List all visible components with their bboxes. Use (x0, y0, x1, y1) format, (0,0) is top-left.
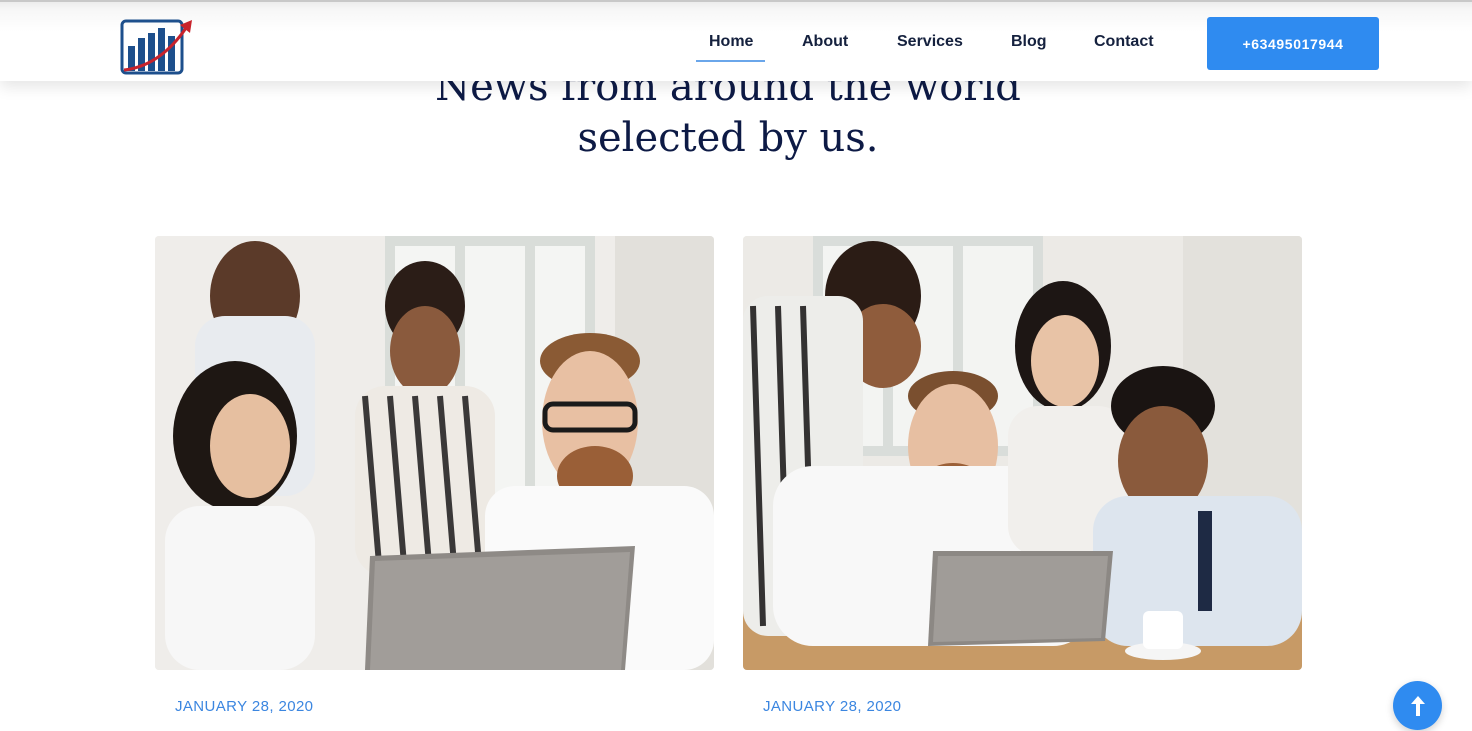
arrow-up-icon (1410, 695, 1425, 716)
post-date-1: JANUARY 28, 2020 (175, 698, 314, 715)
bar-chart-growth-logo[interactable] (120, 16, 194, 76)
nav-active-underline (696, 60, 765, 62)
site-header: Home About Services Blog Contact +634950… (0, 0, 1472, 81)
nav-blog[interactable]: Blog (1011, 33, 1047, 51)
nav-home[interactable]: Home (709, 33, 753, 51)
smiling-team-at-laptop-photo (743, 236, 1302, 670)
nav-about[interactable]: About (802, 33, 848, 51)
heading-line-2: selected by us. (577, 115, 879, 161)
post-image-1[interactable] (155, 236, 714, 670)
nav-services[interactable]: Services (897, 33, 963, 51)
phone-button[interactable]: +63495017944 (1207, 17, 1379, 70)
nav-contact[interactable]: Contact (1094, 33, 1154, 51)
excited-team-at-laptop-photo (155, 236, 714, 670)
post-date-2: JANUARY 28, 2020 (763, 698, 902, 715)
scroll-to-top-button[interactable] (1393, 681, 1442, 730)
post-image-2[interactable] (743, 236, 1302, 670)
